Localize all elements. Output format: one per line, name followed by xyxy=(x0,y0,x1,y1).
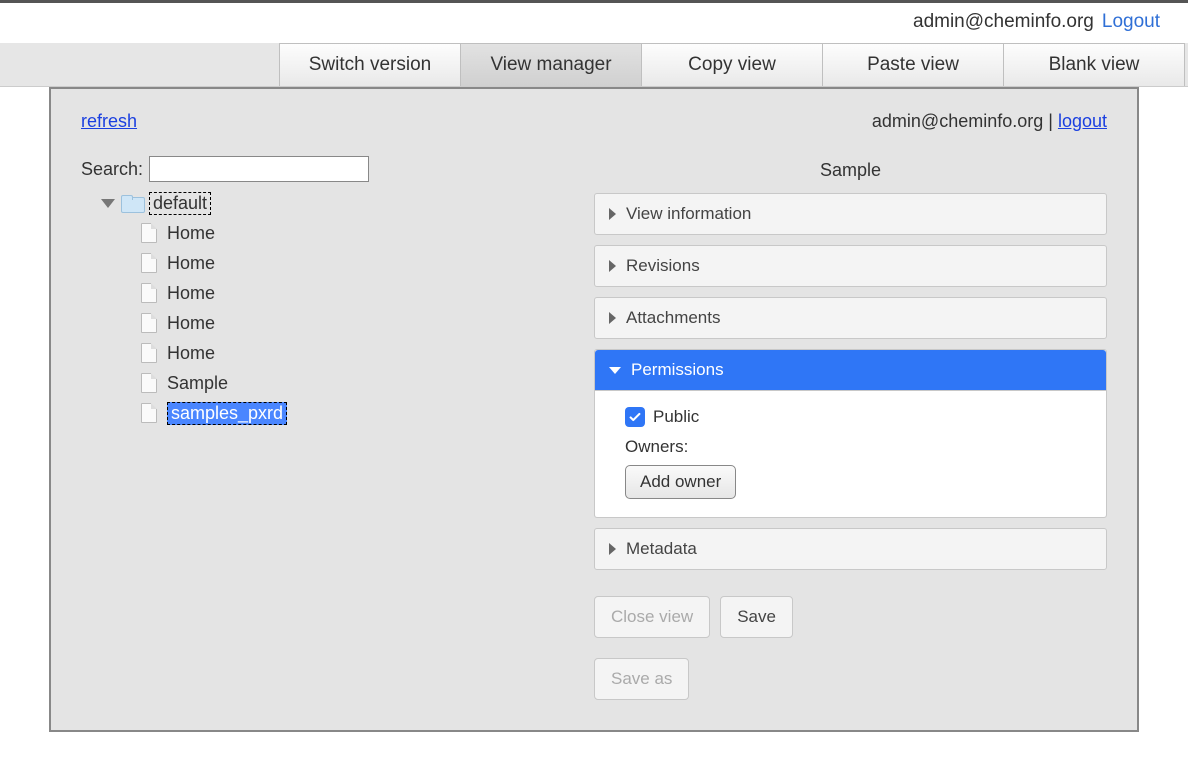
section-revisions: Revisions xyxy=(594,245,1107,287)
tree-item[interactable]: Sample xyxy=(81,368,574,398)
check-icon xyxy=(628,410,642,424)
tree-item[interactable]: Home xyxy=(81,278,574,308)
tree-item-label: Home xyxy=(167,313,215,334)
chevron-down-icon xyxy=(609,367,621,374)
tab-copy-view[interactable]: Copy view xyxy=(641,43,823,86)
section-label: Permissions xyxy=(631,360,724,380)
detail-title: Sample xyxy=(594,160,1107,181)
file-icon xyxy=(141,403,157,423)
tree-root-row[interactable]: default xyxy=(81,188,574,218)
search-input[interactable] xyxy=(149,156,369,182)
tab-switch-version[interactable]: Switch version xyxy=(279,43,461,86)
file-icon xyxy=(141,343,157,363)
section-label: Metadata xyxy=(626,539,697,559)
section-header-attachments[interactable]: Attachments xyxy=(595,298,1106,338)
user-email: admin@cheminfo.org xyxy=(913,11,1094,33)
tree-item[interactable]: Home xyxy=(81,338,574,368)
chevron-right-icon xyxy=(609,312,616,324)
section-view-information: View information xyxy=(594,193,1107,235)
section-label: View information xyxy=(626,204,751,224)
section-header-view-information[interactable]: View information xyxy=(595,194,1106,234)
public-checkbox[interactable] xyxy=(625,407,645,427)
chevron-right-icon xyxy=(609,260,616,272)
tab-blank-view[interactable]: Blank view xyxy=(1003,43,1185,86)
tree-item[interactable]: Home xyxy=(81,218,574,248)
workspace-logout-link[interactable]: logout xyxy=(1058,111,1107,131)
file-icon xyxy=(141,253,157,273)
right-column: Sample View information Revisions Attach… xyxy=(594,156,1107,700)
section-metadata: Metadata xyxy=(594,528,1107,570)
tree-item-label: samples_pxrd xyxy=(167,402,287,425)
owners-label: Owners: xyxy=(625,437,1076,457)
section-header-metadata[interactable]: Metadata xyxy=(595,529,1106,569)
workspace-user-email: admin@cheminfo.org xyxy=(872,111,1043,131)
chevron-right-icon xyxy=(609,543,616,555)
tree-item-label: Sample xyxy=(167,373,228,394)
public-label: Public xyxy=(653,407,699,427)
tab-bar: Switch version View manager Copy view Pa… xyxy=(0,43,1188,87)
section-header-revisions[interactable]: Revisions xyxy=(595,246,1106,286)
workspace-user-block: admin@cheminfo.org | logout xyxy=(872,111,1107,132)
tree-item-label: Home xyxy=(167,283,215,304)
section-label: Attachments xyxy=(626,308,721,328)
separator: | xyxy=(1048,111,1058,131)
tab-view-manager[interactable]: View manager xyxy=(460,43,642,86)
file-icon xyxy=(141,223,157,243)
tree-root-label[interactable]: default xyxy=(149,192,211,215)
add-owner-button[interactable]: Add owner xyxy=(625,465,736,499)
save-as-button[interactable]: Save as xyxy=(594,658,689,700)
section-header-permissions[interactable]: Permissions xyxy=(595,350,1106,390)
top-header: admin@cheminfo.org Logout xyxy=(0,0,1188,43)
chevron-right-icon xyxy=(609,208,616,220)
top-logout-link[interactable]: Logout xyxy=(1102,11,1160,33)
close-view-button[interactable]: Close view xyxy=(594,596,710,638)
section-permissions: Permissions Public Owners: Add owner xyxy=(594,349,1107,518)
section-label: Revisions xyxy=(626,256,700,276)
file-icon xyxy=(141,373,157,393)
tree-item-label: Home xyxy=(167,343,215,364)
tab-paste-view[interactable]: Paste view xyxy=(822,43,1004,86)
section-attachments: Attachments xyxy=(594,297,1107,339)
tree-item[interactable]: Home xyxy=(81,248,574,278)
search-label: Search: xyxy=(81,159,143,180)
permissions-body: Public Owners: Add owner xyxy=(595,390,1106,517)
action-button-row: Close view Save Save as xyxy=(594,596,1107,700)
tree-item-selected[interactable]: samples_pxrd xyxy=(81,398,574,428)
folder-tree: default Home Home Home Home xyxy=(81,188,574,428)
folder-icon xyxy=(121,195,143,211)
tree-item-label: Home xyxy=(167,223,215,244)
left-column: Search: default Home Home xyxy=(81,156,594,700)
save-button[interactable]: Save xyxy=(720,596,793,638)
tab-spacer xyxy=(0,43,279,86)
tree-item[interactable]: Home xyxy=(81,308,574,338)
disclosure-triangle-icon[interactable] xyxy=(101,199,115,208)
refresh-link[interactable]: refresh xyxy=(81,111,137,132)
file-icon xyxy=(141,283,157,303)
file-icon xyxy=(141,313,157,333)
workspace-panel: refresh admin@cheminfo.org | logout Sear… xyxy=(49,87,1139,732)
tree-item-label: Home xyxy=(167,253,215,274)
